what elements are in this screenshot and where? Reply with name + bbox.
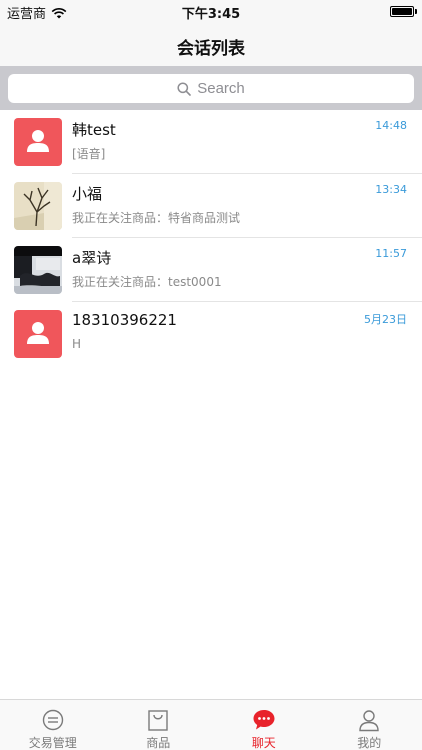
trade-icon — [42, 709, 63, 731]
conversation-name: a翠诗 — [72, 249, 112, 267]
tab-label: 聊天 — [251, 736, 276, 750]
conversation-name: 韩test — [72, 121, 116, 139]
status-bar: 运营商 下午3:45 — [0, 0, 422, 22]
user-icon — [359, 710, 379, 732]
conversation-message: H — [72, 337, 82, 351]
navigation-bar: 会话列表 — [0, 22, 422, 66]
page-title: 会话列表 — [177, 39, 245, 59]
tab-label: 我的 — [357, 736, 382, 750]
battery-icon — [390, 6, 414, 17]
tree-photo-avatar — [14, 182, 62, 230]
search-bar: Search — [0, 66, 422, 110]
conversation-row[interactable]: 小福 我正在关注商品：特省商品测试 13:34 — [0, 174, 422, 238]
default-person-icon — [14, 118, 62, 166]
tab-label: 商品 — [146, 736, 171, 750]
conversation-message: [语音] — [72, 147, 106, 161]
conversation-row[interactable]: a翠诗 我正在关注商品：test0001 11:57 — [0, 238, 422, 302]
conversation-list: 韩test [语音] 14:48 小福 我正在关注商品：特省商品测试 13:34 — [0, 110, 422, 366]
product-photo-avatar — [14, 246, 62, 294]
conversation-time: 5月23日 — [364, 313, 407, 326]
tab-label: 交易管理 — [28, 736, 77, 750]
search-icon — [177, 81, 192, 96]
status-time: 下午3:45 — [181, 7, 241, 22]
conversation-message: 我正在关注商品：test0001 — [72, 275, 222, 289]
tab-bar: 交易管理 商品 聊天 我的 — [0, 699, 422, 750]
conversation-name: 18310396221 — [72, 311, 177, 329]
conversation-time: 14:48 — [375, 119, 407, 132]
tab-trade[interactable]: 交易管理 — [0, 700, 106, 750]
search-placeholder: Search — [197, 80, 245, 97]
conversation-time: 13:34 — [375, 183, 407, 196]
conversation-message: 我正在关注商品：特省商品测试 — [72, 211, 241, 225]
conversation-name: 小福 — [72, 185, 103, 203]
battery-tip — [415, 9, 417, 14]
tab-products[interactable]: 商品 — [106, 700, 212, 750]
conversation-row[interactable]: 18310396221 H 5月23日 — [0, 302, 422, 366]
chat-icon — [253, 710, 275, 730]
default-person-icon — [14, 310, 62, 358]
conversation-time: 11:57 — [375, 247, 407, 260]
tab-mine[interactable]: 我的 — [317, 700, 422, 750]
search-input[interactable]: Search — [8, 74, 414, 103]
bag-icon — [148, 710, 168, 731]
conversation-row[interactable]: 韩test [语音] 14:48 — [0, 110, 422, 174]
tab-chat[interactable]: 聊天 — [211, 700, 317, 750]
